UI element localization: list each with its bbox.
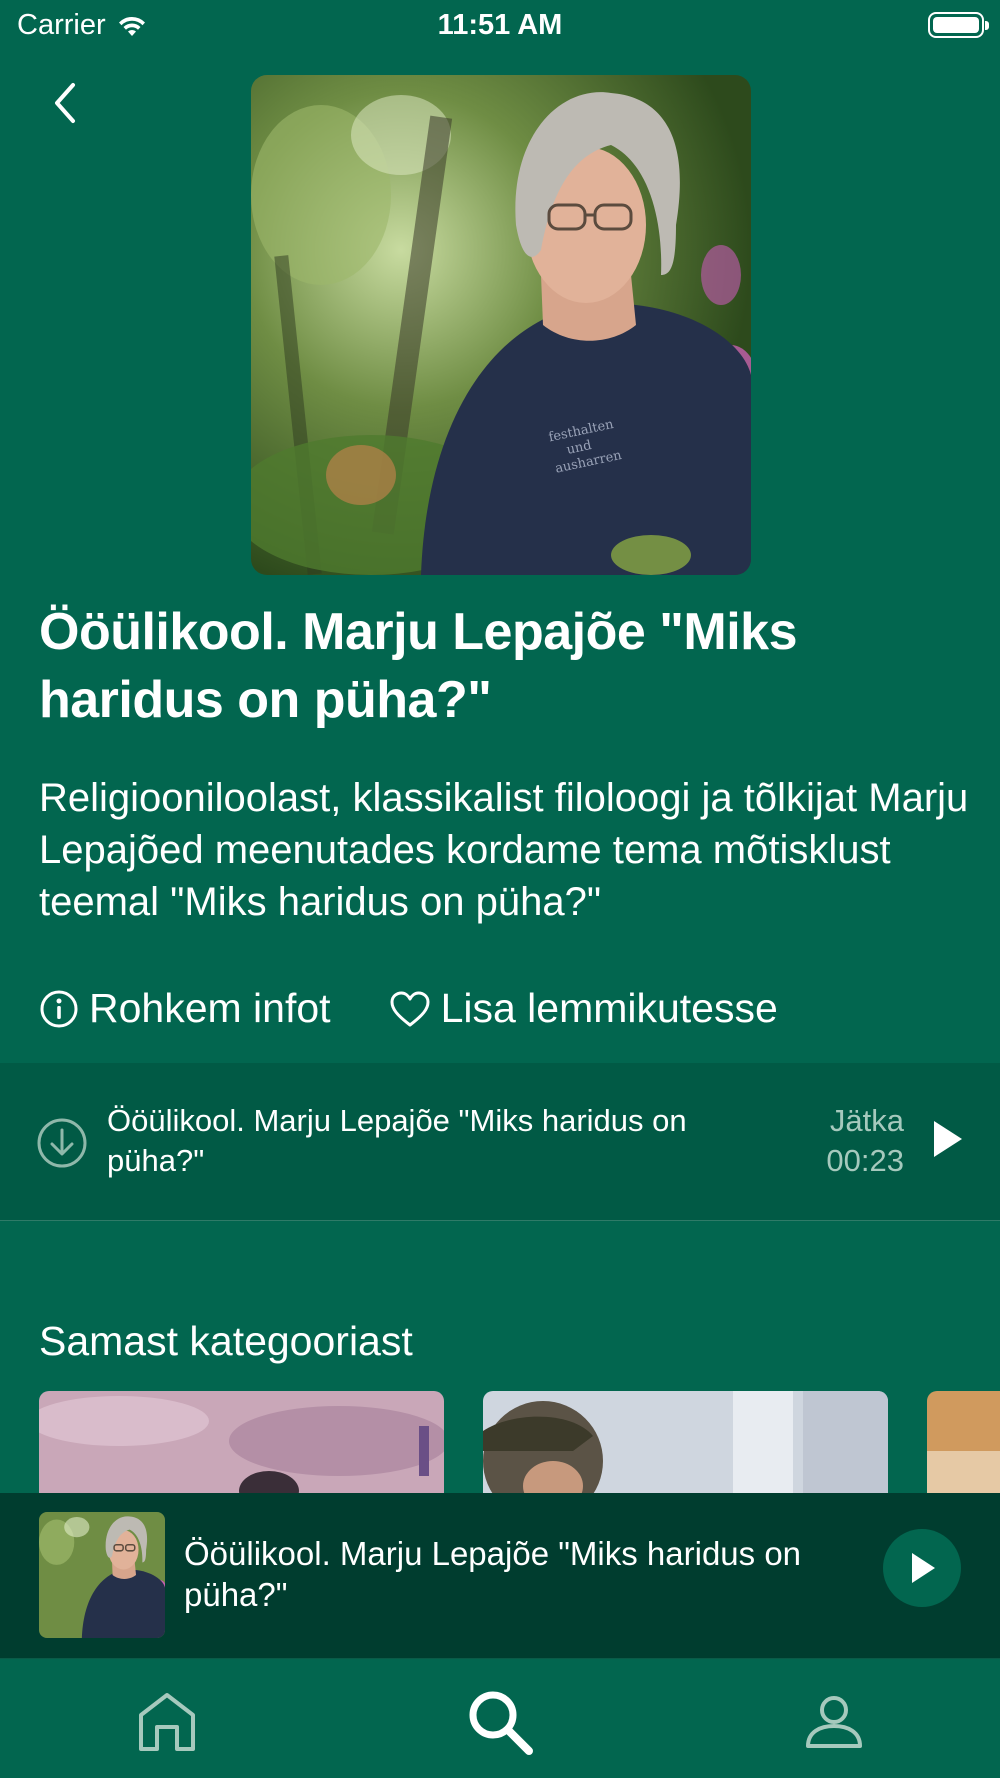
episode-title: Ööülikool. Marju Lepajõe "Miks haridus o… xyxy=(107,1103,687,1178)
more-info-label: Rohkem infot xyxy=(89,985,331,1031)
play-icon[interactable] xyxy=(932,1119,964,1159)
related-card[interactable] xyxy=(927,1391,1000,1496)
status-bar: Carrier 11:51 AM xyxy=(0,0,1000,52)
add-favorite-label: Lisa lemmikutesse xyxy=(440,985,778,1031)
related-carousel[interactable] xyxy=(39,1391,1000,1496)
episode-row[interactable]: Ööülikool. Marju Lepajõe "Miks haridus o… xyxy=(0,1063,1000,1221)
mini-player-play-button[interactable] xyxy=(883,1529,961,1607)
download-icon[interactable] xyxy=(36,1117,88,1169)
back-button[interactable] xyxy=(40,78,90,128)
profile-icon xyxy=(806,1696,862,1748)
heart-icon xyxy=(390,991,430,1026)
info-icon xyxy=(40,990,78,1027)
resume-time: 00:23 xyxy=(826,1143,904,1178)
mini-player-title: Ööülikool. Marju Lepajõe "Miks haridus o… xyxy=(184,1535,802,1613)
cover-image: festhalten und ausharren xyxy=(251,75,751,575)
more-info-button[interactable]: Rohkem infot xyxy=(39,985,331,1032)
podcast-title: Ööülikool. Marju Lepajõe "Miks haridus o… xyxy=(39,603,798,729)
clock: 11:51 AM xyxy=(437,9,563,41)
action-bar: Rohkem infot Lisa lemmikutesse xyxy=(39,985,778,1032)
home-icon xyxy=(139,1693,195,1751)
related-card[interactable] xyxy=(39,1391,444,1496)
mini-player-thumbnail xyxy=(39,1512,165,1638)
related-section-title: Samast kategooriast xyxy=(39,1318,413,1364)
resume-label: Jätka xyxy=(829,1103,904,1138)
mini-player[interactable]: Ööülikool. Marju Lepajõe "Miks haridus o… xyxy=(0,1493,1000,1658)
add-favorite-button[interactable]: Lisa lemmikutesse xyxy=(389,985,778,1032)
tab-search[interactable] xyxy=(460,1687,540,1757)
tab-home[interactable] xyxy=(127,1687,207,1757)
tab-profile[interactable] xyxy=(794,1687,874,1757)
podcast-description: Religiooniloolast, klassikalist filoloog… xyxy=(39,776,969,924)
tab-bar xyxy=(0,1658,1000,1778)
battery-icon xyxy=(928,12,989,38)
resume-info: Jätka 00:23 xyxy=(826,1101,904,1181)
related-card[interactable] xyxy=(483,1391,888,1496)
play-icon xyxy=(912,1553,935,1583)
chevron-left-icon xyxy=(55,83,75,123)
search-icon xyxy=(469,1691,533,1755)
